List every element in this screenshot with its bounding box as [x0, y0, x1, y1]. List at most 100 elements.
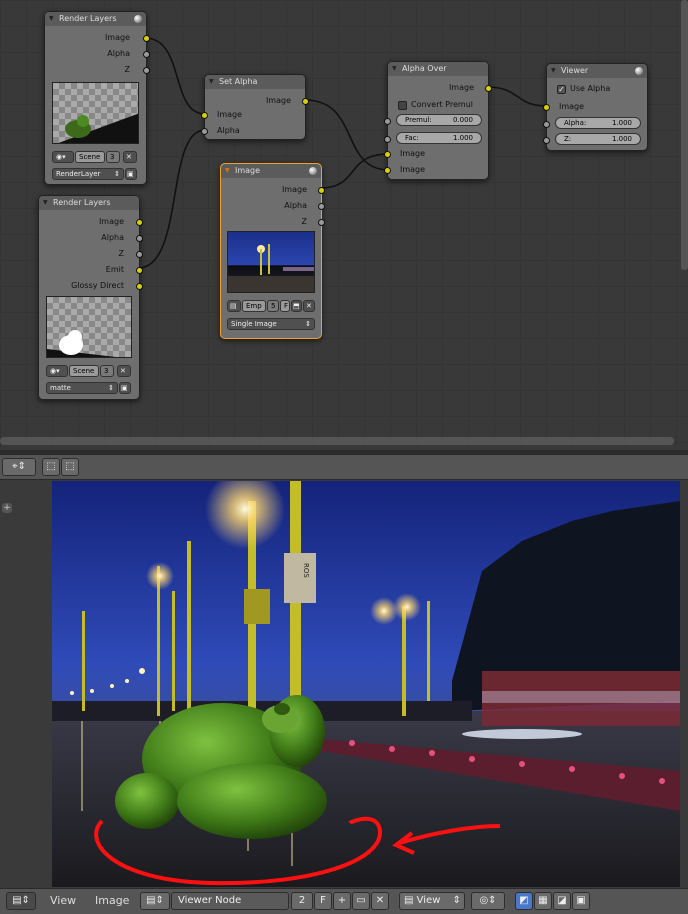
output-alpha-socket[interactable]: [318, 203, 325, 210]
image-browse-button[interactable]: ▤⇕: [140, 892, 170, 910]
vertical-scrollbar[interactable]: [681, 0, 688, 270]
render-layers-node-2[interactable]: ▼ Render Layers Image Alpha Z Emit Glossy…: [38, 195, 143, 400]
set-alpha-node[interactable]: ▼ Set Alpha Image Image Alpha: [201, 74, 309, 140]
input-image-socket[interactable]: [201, 112, 208, 119]
snap-toggle-icon[interactable]: ⬚: [42, 458, 60, 476]
output-alpha-socket[interactable]: [136, 235, 143, 242]
convert-premul-checkbox[interactable]: [398, 101, 407, 110]
open-image-icon[interactable]: ▭: [352, 892, 370, 910]
draw-channels-rgb-icon[interactable]: ◩: [515, 892, 533, 910]
image-thumbnail: [227, 231, 315, 293]
output-image-socket[interactable]: [485, 85, 492, 92]
fake-user-toggle[interactable]: F: [314, 892, 332, 910]
pivot-point-dropdown[interactable]: ⌖⇕: [2, 458, 36, 476]
input-alpha: Alpha: [217, 126, 240, 135]
image-menu[interactable]: Image: [95, 894, 129, 907]
output-image-socket[interactable]: [302, 98, 309, 105]
render-preview-thumbnail: [52, 82, 139, 144]
premul-field[interactable]: Premul: 0.000: [396, 114, 482, 126]
preview-sphere-icon[interactable]: [134, 15, 142, 23]
image-users-count: 5: [267, 300, 279, 312]
image-browse-button[interactable]: ▤: [227, 300, 241, 312]
scene-unlink-icon[interactable]: ✕: [117, 365, 131, 377]
viewer-node[interactable]: ▼ Viewer ✓ Use Alpha Image Alpha: 1.000 Z:…: [543, 63, 648, 151]
draw-channels-alpha-icon[interactable]: ▦: [534, 892, 552, 910]
scene-unlink-icon[interactable]: ✕: [123, 151, 137, 163]
output-image-socket[interactable]: [136, 219, 143, 226]
scene-name-field[interactable]: Scene: [75, 151, 105, 163]
image-name-field[interactable]: Viewer Node: [171, 892, 289, 910]
output-z-socket[interactable]: [136, 251, 143, 258]
node-editor[interactable]: ▼ Render Layers Image Alpha Z ◉▾ Scene 3 …: [0, 0, 688, 450]
collapse-triangle-icon[interactable]: ▼: [209, 75, 214, 89]
display-mode-dropdown[interactable]: ▤ View ⇕: [399, 892, 465, 910]
output-image-socket[interactable]: [143, 35, 150, 42]
scene-name-field[interactable]: Scene: [69, 365, 99, 377]
scene-users-count: 3: [100, 365, 114, 377]
output-alpha-socket[interactable]: [143, 51, 150, 58]
channels-dropdown[interactable]: ◎⇕: [471, 892, 505, 910]
layer-select-dropdown[interactable]: matte ⇕: [46, 382, 118, 394]
preview-sphere-icon[interactable]: [309, 167, 317, 175]
alpha-over-node[interactable]: ▼ Alpha Over Image Convert Premul Premul:…: [384, 61, 492, 180]
image-editor-header: ⌖⇕ ⬚ ⬚: [0, 455, 688, 480]
unlink-image-icon[interactable]: ✕: [371, 892, 389, 910]
scene-browse-button[interactable]: ◉▾: [46, 365, 68, 377]
image-viewport[interactable]: + ROS: [0, 481, 688, 887]
z-field[interactable]: Z: 1.000: [555, 133, 641, 145]
output-z: Z: [301, 217, 307, 226]
alpha-input-socket[interactable]: [543, 121, 550, 128]
input-image: Image: [559, 102, 585, 111]
output-z: Z: [118, 249, 124, 258]
output-image-socket[interactable]: [318, 187, 325, 194]
fac-field[interactable]: Fac: 1.000: [396, 132, 482, 144]
fake-user-toggle[interactable]: F: [280, 300, 290, 312]
collapse-triangle-icon[interactable]: ▼: [49, 12, 54, 26]
render-icon[interactable]: ▣: [125, 168, 137, 180]
input-image-socket[interactable]: [543, 104, 550, 111]
output-glossy-direct-socket[interactable]: [136, 283, 143, 290]
image-node[interactable]: ▼ Image Image Alpha Z ▤ Emp 5 F ⬒ ✕ Singl…: [220, 163, 325, 339]
alpha-field[interactable]: Alpha: 1.000: [555, 117, 641, 129]
output-z-socket[interactable]: [143, 67, 150, 74]
output-emit: Emit: [105, 265, 124, 274]
output-alpha: Alpha: [101, 233, 124, 242]
horizontal-scrollbar[interactable]: [0, 437, 674, 445]
editor-type-dropdown[interactable]: ▤⇕: [6, 892, 36, 910]
toolshelf-toggle-icon[interactable]: +: [2, 503, 12, 513]
collapse-triangle-icon[interactable]: ▼: [392, 62, 397, 76]
input-image-2-socket[interactable]: [384, 167, 391, 174]
input-image-2: Image: [400, 165, 426, 174]
z-input-socket[interactable]: [543, 137, 550, 144]
input-image-1: Image: [400, 149, 426, 158]
render-layers-node-1[interactable]: ▼ Render Layers Image Alpha Z ◉▾ Scene 3 …: [44, 11, 150, 185]
image-unlink-icon[interactable]: ✕: [303, 300, 315, 312]
view-menu[interactable]: View: [50, 894, 76, 907]
collapse-triangle-icon[interactable]: ▼: [43, 196, 48, 210]
monkey-preview: [58, 113, 138, 143]
collapse-triangle-icon[interactable]: ▼: [225, 164, 230, 178]
scene-browse-button[interactable]: ◉▾: [52, 151, 74, 163]
fac-input-socket[interactable]: [384, 136, 391, 143]
use-alpha-checkbox[interactable]: ✓: [557, 85, 566, 94]
output-glossy-direct: Glossy Direct: [71, 281, 124, 290]
draw-channels-only-alpha-icon[interactable]: ▣: [572, 892, 590, 910]
output-z-socket[interactable]: [318, 219, 325, 226]
sync-select-icon[interactable]: ⬚: [61, 458, 79, 476]
premul-input-socket[interactable]: [384, 118, 391, 125]
input-alpha-socket[interactable]: [201, 128, 208, 135]
new-image-icon[interactable]: +: [333, 892, 351, 910]
use-alpha-label: Use Alpha: [570, 84, 611, 93]
layer-select-dropdown[interactable]: RenderLayer ⇕: [52, 168, 124, 180]
image-source-dropdown[interactable]: Single Image ⇕: [227, 318, 315, 330]
image-users-count: 2: [291, 892, 313, 910]
render-icon[interactable]: ▣: [119, 382, 131, 394]
image-name-field[interactable]: Emp: [242, 300, 266, 312]
preview-sphere-icon[interactable]: [635, 67, 643, 75]
draw-channels-z-icon[interactable]: ◪: [553, 892, 571, 910]
collapse-triangle-icon[interactable]: ▼: [551, 64, 556, 78]
output-image: Image: [265, 96, 291, 105]
pack-image-icon[interactable]: ⬒: [291, 300, 302, 312]
output-emit-socket[interactable]: [136, 267, 143, 274]
input-image-1-socket[interactable]: [384, 151, 391, 158]
